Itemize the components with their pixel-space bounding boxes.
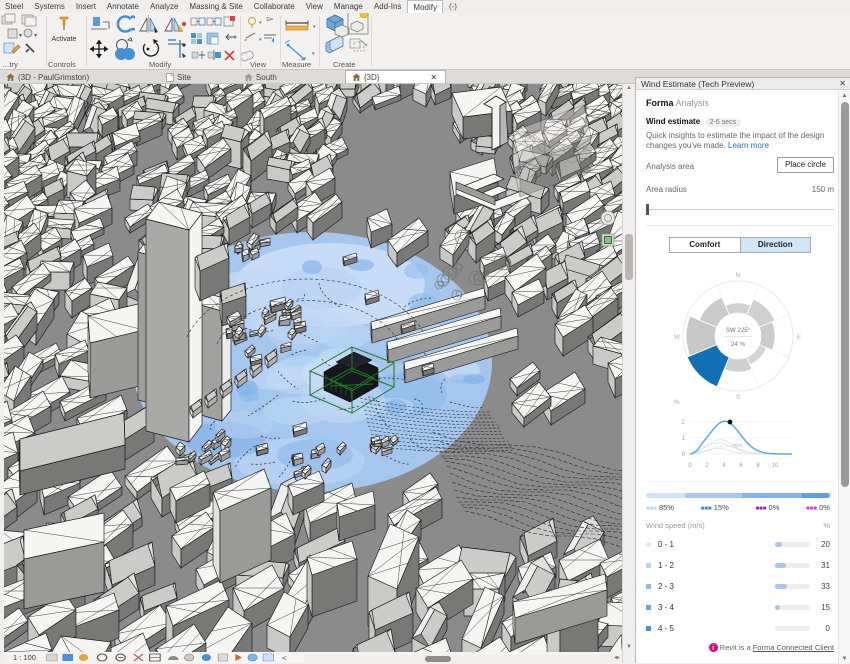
svg-text:0: 0 <box>688 462 692 469</box>
svg-text:<: < <box>282 655 288 663</box>
svg-text:▾: ▾ <box>259 20 262 26</box>
svg-text:▾: ▾ <box>259 37 262 43</box>
svg-text:▾: ▾ <box>34 33 37 39</box>
svg-text:W: W <box>674 334 681 341</box>
svg-text:10: 10 <box>772 462 779 469</box>
svg-text:1: 1 <box>682 435 686 442</box>
svg-text:▾: ▾ <box>19 33 22 39</box>
svg-text:m/s: m/s <box>733 443 742 449</box>
svg-text:6: 6 <box>739 462 743 469</box>
svg-text:8: 8 <box>756 462 760 469</box>
svg-text:E: E <box>797 334 802 341</box>
svg-text:▾: ▾ <box>313 24 316 30</box>
svg-text:2: 2 <box>705 462 709 469</box>
svg-text:4: 4 <box>722 462 726 469</box>
svg-text:2: 2 <box>682 419 686 426</box>
svg-text:▾: ▾ <box>312 51 315 57</box>
svg-text:24 %: 24 % <box>731 341 746 348</box>
svg-text:SW 225°: SW 225° <box>726 327 751 334</box>
svg-text:N: N <box>736 272 741 279</box>
svg-text:%: % <box>674 399 680 406</box>
svg-text:0: 0 <box>682 451 686 458</box>
svg-text:Activate: Activate <box>52 36 77 43</box>
